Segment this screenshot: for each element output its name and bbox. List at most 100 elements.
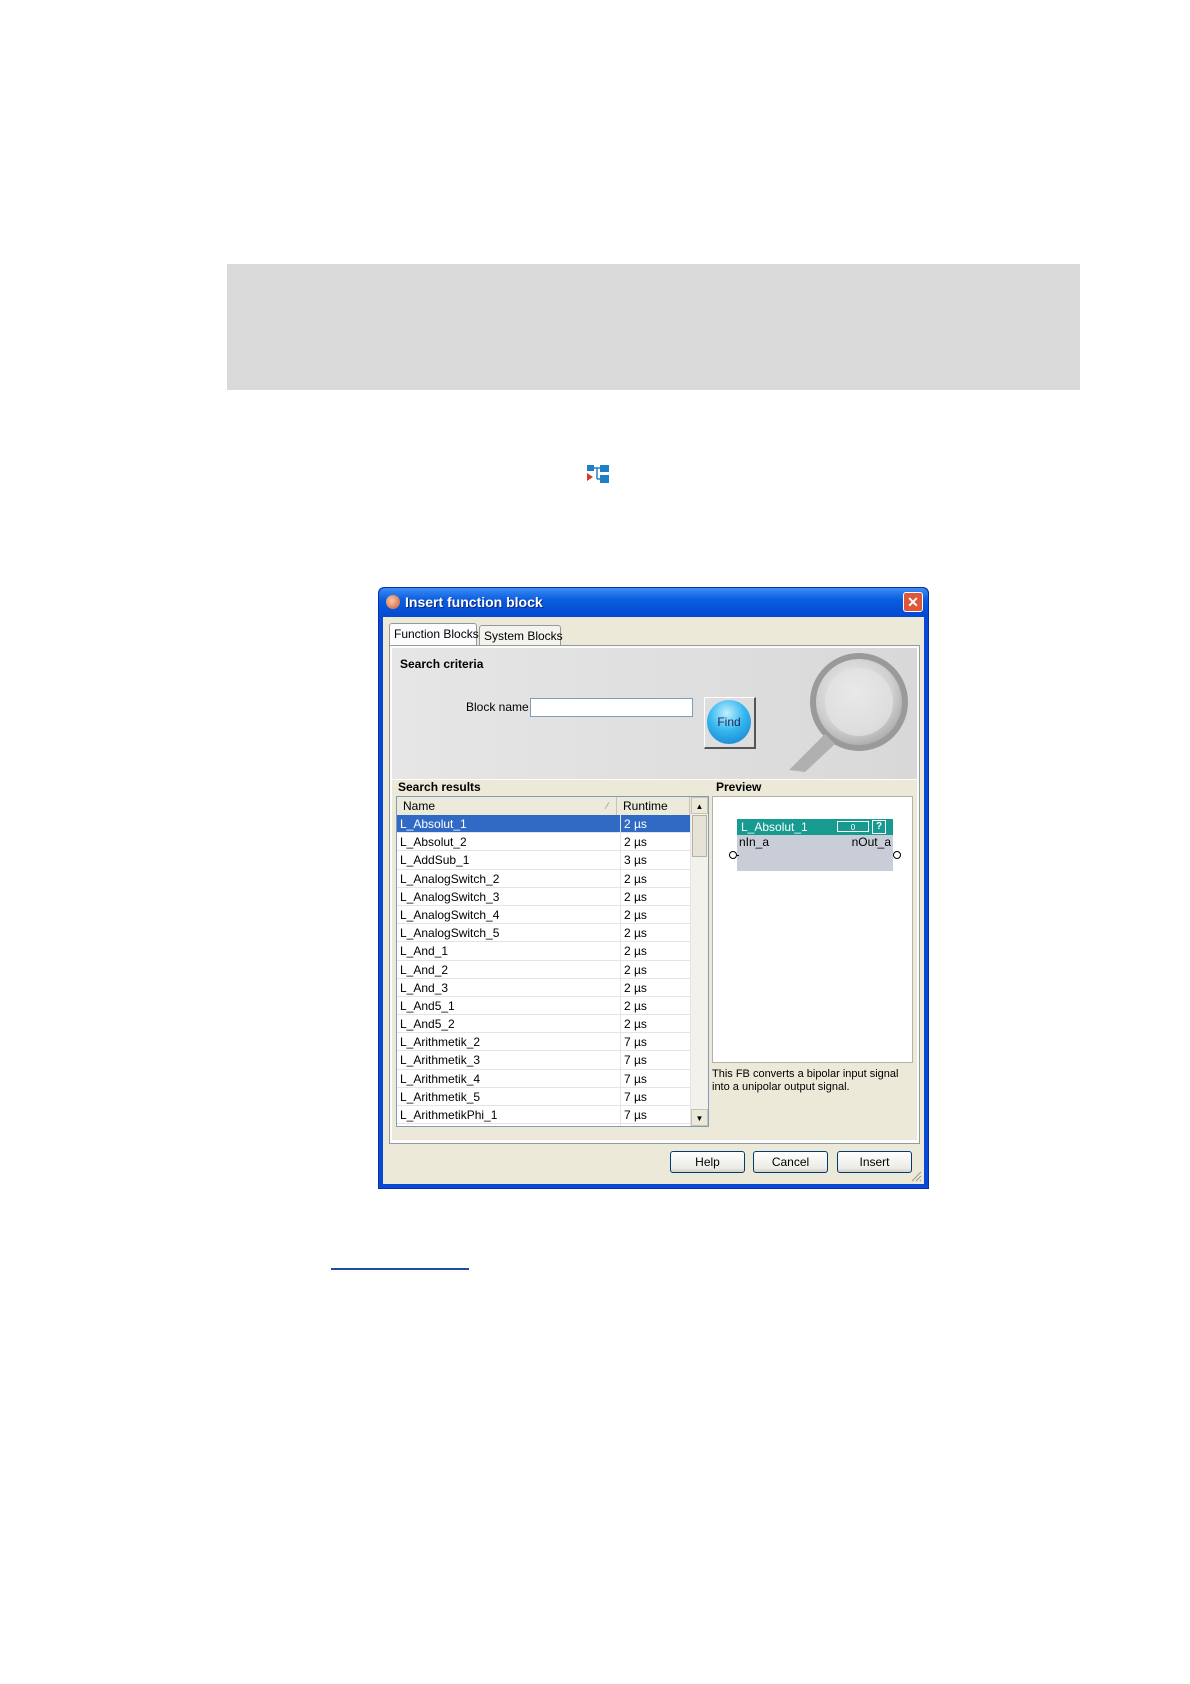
block-number-badge: 0: [837, 821, 869, 832]
row-runtime: 2 µs: [620, 924, 692, 943]
row-name: L_Arithmetik_5: [400, 1089, 481, 1104]
row-runtime: 3 µs: [620, 851, 692, 870]
row-name: L_And_2: [400, 962, 449, 977]
block-description: This FB converts a bipolar input signal …: [712, 1068, 899, 1093]
row-name: L_And5_1: [400, 998, 455, 1013]
output-pin-icon: [893, 851, 901, 859]
table-row[interactable]: L_And_3 2 µs: [397, 978, 692, 997]
input-pin-icon: [729, 851, 737, 859]
table-row[interactable]: L_AnalogSwitch_3 2 µs: [397, 887, 692, 906]
row-runtime: 7 µs: [620, 1124, 692, 1126]
dialog-title: Insert function block: [405, 594, 543, 610]
row-name: L_And_3: [400, 980, 449, 995]
table-row[interactable]: L_Arithmetik_2 7 µs: [397, 1033, 690, 1052]
table-row[interactable]: L_AnalogSwitch_2 2 µs: [397, 869, 692, 888]
table-row[interactable]: L_Arithmetik_4 7 µs: [397, 1069, 692, 1088]
table-row[interactable]: L_AddSub_1 3 µs: [397, 851, 692, 870]
table-row[interactable]: L_ArithmetikPhi_1 7 µs: [397, 1106, 692, 1125]
row-runtime: 2 µs: [620, 960, 692, 979]
find-button-label: Find: [707, 700, 751, 744]
list-header: Name ⁄ Runtime: [397, 797, 690, 816]
table-row[interactable]: L_Arithmetik_3 7 µs: [397, 1051, 692, 1070]
scroll-thumb[interactable]: [692, 815, 707, 857]
row-runtime: 2 µs: [620, 942, 692, 961]
input-pin-line: [737, 855, 739, 856]
row-name: L_AnalogSwitch_4: [400, 907, 500, 922]
row-runtime: 7 µs: [620, 1087, 692, 1106]
row-runtime: 2 µs: [620, 905, 692, 924]
scroll-down-arrow-icon[interactable]: ▼: [691, 1109, 708, 1126]
search-results-list[interactable]: Name ⁄ Runtime L_Absolut_1 2 µs L_Absolut_…: [396, 796, 709, 1127]
search-results-label: Search results: [398, 780, 481, 794]
function-blocks-panel: Search criteria Block name Find Search r…: [389, 645, 920, 1144]
row-name: L_ArithmetikPhi_2: [400, 1124, 614, 1126]
row-name: L_Arithmetik_4: [400, 1071, 481, 1086]
column-header-name[interactable]: Name ⁄: [397, 797, 617, 815]
link-underline[interactable]: [331, 1268, 469, 1270]
column-header-name-label: Name: [403, 799, 436, 813]
magnifier-icon: [789, 653, 908, 772]
table-row[interactable]: L_Absolut_2 2 µs: [397, 833, 692, 852]
table-row[interactable]: L_And_1 2 µs: [397, 942, 692, 961]
row-runtime: 2 µs: [620, 978, 692, 997]
preview-label: Preview: [716, 780, 762, 794]
block-name-input[interactable]: [530, 698, 693, 717]
preview-box: L_Absolut_1 0 ? nIn_a nOut_a: [712, 796, 913, 1063]
scroll-up-arrow-icon[interactable]: ▲: [691, 797, 708, 814]
search-criteria-label: Search criteria: [400, 657, 484, 671]
dialog-client-area: Function Blocks System Blocks Search cri…: [383, 617, 924, 1184]
row-name: L_And_1: [400, 944, 449, 959]
search-criteria-area: Search criteria Block name Find: [392, 648, 917, 779]
tab-system-blocks[interactable]: System Blocks: [479, 625, 563, 645]
resize-grip-icon[interactable]: [910, 1170, 922, 1182]
insert-button[interactable]: Insert: [837, 1151, 912, 1173]
table-row[interactable]: L_Arithmetik_5 7 µs: [397, 1087, 692, 1106]
table-row[interactable]: L_And_2 2 µs: [397, 960, 692, 979]
find-button[interactable]: Find: [704, 697, 756, 749]
row-runtime: 2 µs: [620, 833, 692, 852]
row-runtime: 2 µs: [620, 887, 692, 906]
block-output-label: nOut_a: [851, 835, 891, 849]
table-row[interactable]: L_Absolut_1 2 µs: [397, 815, 692, 834]
row-runtime: 2 µs: [620, 996, 692, 1015]
dialog-buttons: Help Cancel Insert: [383, 1151, 926, 1181]
help-button[interactable]: Help: [670, 1151, 745, 1173]
row-name: L_AddSub_1: [400, 853, 470, 868]
results-area: Search results Preview Name ⁄ Runtime L_…: [392, 780, 917, 1140]
insert-function-block-icon: [587, 465, 609, 483]
row-name: L_And5_2: [400, 1017, 455, 1032]
block-preview-body: nIn_a nOut_a: [737, 835, 893, 871]
app-icon: [386, 595, 400, 609]
row-name: L_AnalogSwitch_3: [400, 889, 500, 904]
row-name: L_Absolut_2: [400, 835, 467, 850]
results-scrollbar[interactable]: ▲ ▼: [690, 797, 708, 1126]
tab-function-blocks[interactable]: Function Blocks: [389, 623, 479, 645]
close-icon: ✕: [907, 594, 919, 610]
row-runtime: 7 µs: [620, 1069, 692, 1088]
row-runtime: 7 µs: [620, 1106, 692, 1124]
row-runtime: 2 µs: [620, 815, 692, 833]
block-preview-title: L_Absolut_1: [741, 820, 808, 834]
table-row[interactable]: L_And5_2 2 µs: [397, 1015, 692, 1034]
row-name: L_AnalogSwitch_5: [400, 926, 500, 941]
table-row[interactable]: L_And5_1 2 µs: [397, 996, 692, 1016]
table-row[interactable]: L_ArithmetikPhi_2 7 µs: [397, 1124, 692, 1126]
results-rows: L_Absolut_1 2 µs L_Absolut_2 2 µs L_AddSub_1…: [397, 815, 692, 1126]
sort-indicator-icon: ⁄: [606, 801, 608, 811]
row-name: L_AnalogSwitch_2: [400, 871, 500, 886]
row-name: L_Arithmetik_3: [400, 1053, 481, 1068]
dialog-titlebar[interactable]: Insert function block ✕: [379, 588, 928, 617]
table-row[interactable]: L_AnalogSwitch_4 2 µs: [397, 905, 692, 925]
row-runtime: 2 µs: [620, 1015, 692, 1034]
cancel-button[interactable]: Cancel: [753, 1151, 828, 1173]
note-box-background: [227, 264, 1080, 390]
row-runtime: 7 µs: [620, 1051, 692, 1070]
row-name: L_Arithmetik_2: [400, 1035, 481, 1050]
column-header-runtime[interactable]: Runtime: [617, 797, 690, 815]
insert-function-block-dialog: Insert function block ✕ Function Blocks …: [378, 587, 929, 1189]
close-button[interactable]: ✕: [903, 592, 923, 612]
table-row[interactable]: L_AnalogSwitch_5 2 µs: [397, 924, 692, 943]
row-runtime: 2 µs: [620, 869, 692, 888]
row-name: L_ArithmetikPhi_1: [400, 1108, 498, 1122]
block-name-label: Block name: [466, 700, 529, 714]
